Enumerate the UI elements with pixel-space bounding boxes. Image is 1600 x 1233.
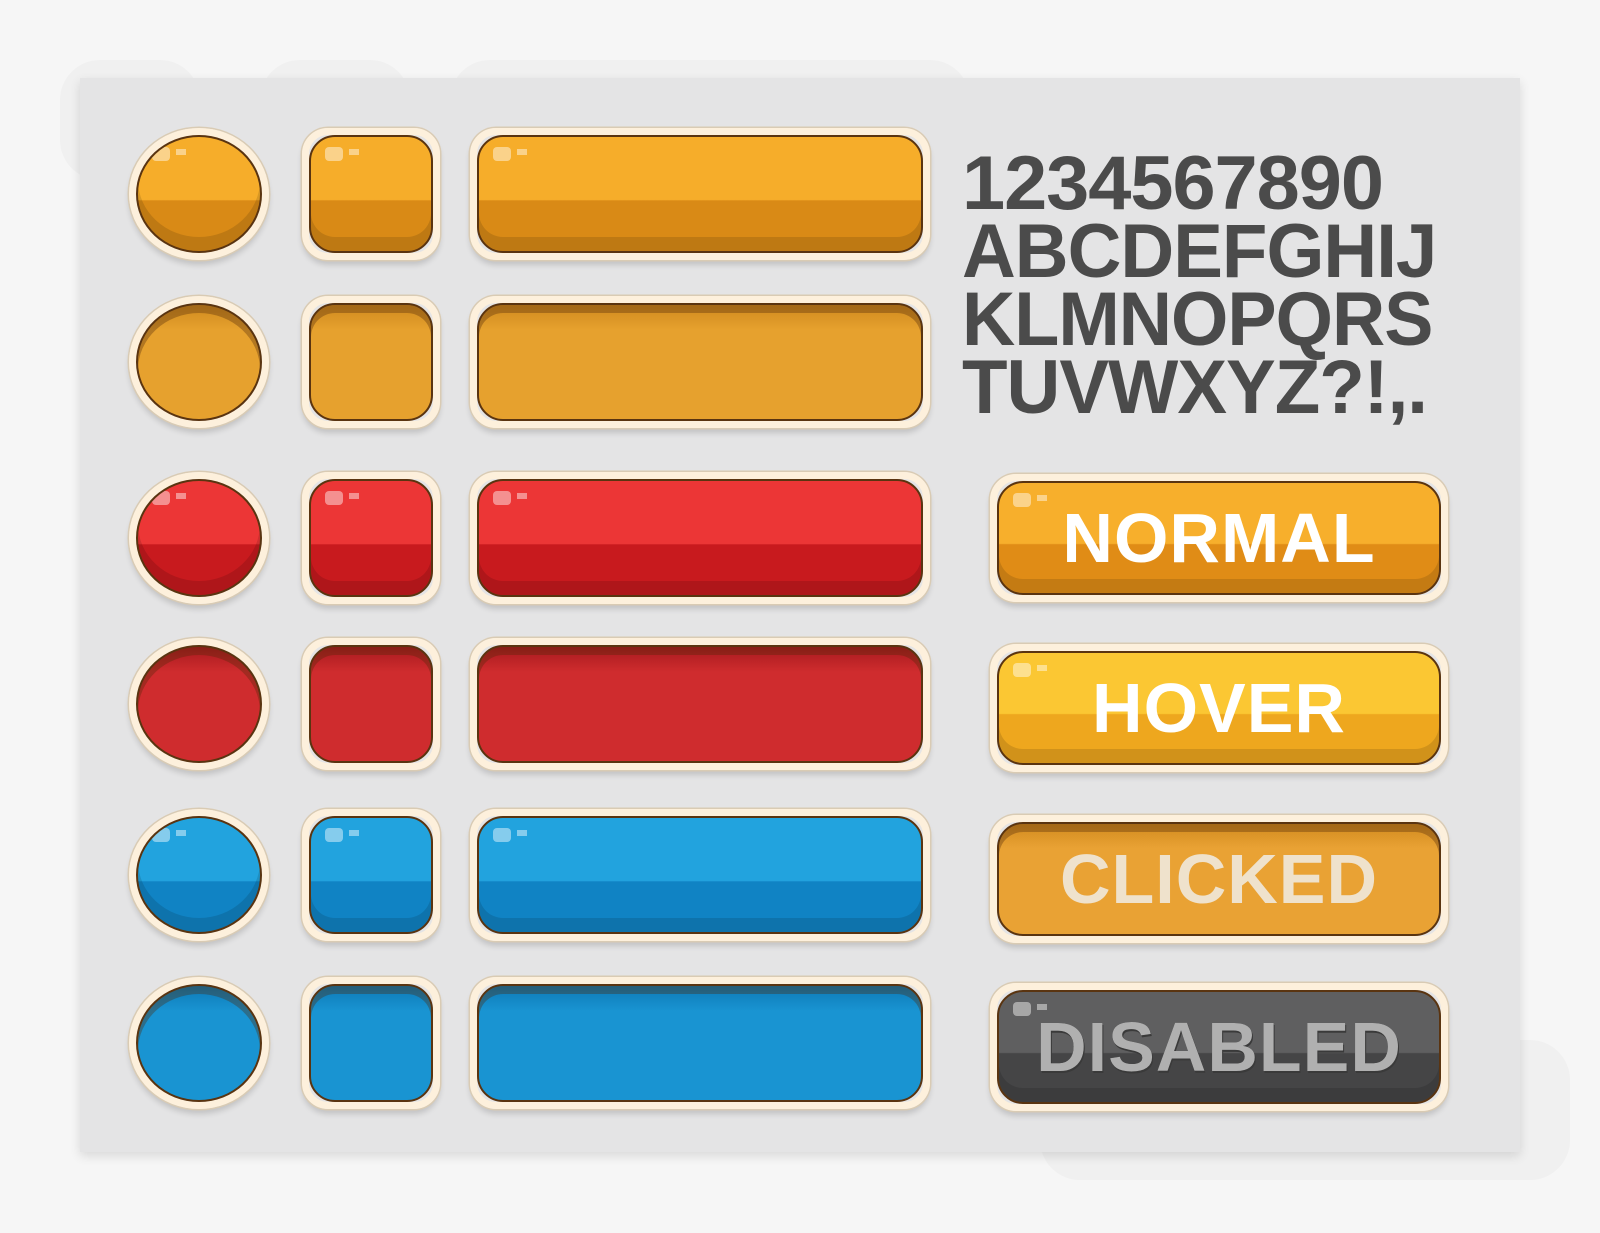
bar-button-red-pressed[interactable] xyxy=(470,638,930,770)
button-face xyxy=(136,135,262,253)
square-button-red-pressed[interactable] xyxy=(302,638,440,770)
button-face: CLICKED xyxy=(997,822,1441,936)
square-button-orange-normal[interactable] xyxy=(302,128,440,260)
button-face xyxy=(136,984,262,1102)
button-face xyxy=(477,135,923,253)
button-face xyxy=(309,984,433,1102)
button-face xyxy=(477,645,923,763)
circle-button-red-normal[interactable] xyxy=(129,472,269,604)
font-specimen: 1234567890 ABCDEFGHIJ KLMNOPQRS TUVWXYZ?… xyxy=(962,146,1447,430)
glyph-line-k-s: KLMNOPQRS xyxy=(962,277,1433,362)
circle-button-orange-pressed[interactable] xyxy=(129,296,269,428)
square-button-blue-pressed[interactable] xyxy=(302,977,440,1109)
button-face xyxy=(136,479,262,597)
glyph-line-digits: 1234567890 xyxy=(962,141,1384,226)
square-button-orange-pressed[interactable] xyxy=(302,296,440,428)
button-face xyxy=(136,816,262,934)
button-face xyxy=(309,645,433,763)
circle-button-red-pressed[interactable] xyxy=(129,638,269,770)
glyph-line-t-z-punct: TUVWXYZ?!,. xyxy=(962,345,1428,430)
bar-button-orange-pressed[interactable] xyxy=(470,296,930,428)
state-button-normal[interactable]: NORMAL xyxy=(990,474,1448,602)
button-face xyxy=(309,135,433,253)
button-face xyxy=(477,984,923,1102)
state-button-hover[interactable]: HOVER xyxy=(990,644,1448,772)
button-face xyxy=(136,645,262,763)
button-face: NORMAL xyxy=(997,481,1441,595)
state-button-label: HOVER xyxy=(1092,669,1346,747)
button-face xyxy=(309,479,433,597)
button-face xyxy=(477,816,923,934)
state-button-label: NORMAL xyxy=(1062,499,1376,577)
circle-button-blue-normal[interactable] xyxy=(129,809,269,941)
circle-button-orange-normal[interactable] xyxy=(129,128,269,260)
bar-button-blue-normal[interactable] xyxy=(470,809,930,941)
button-face xyxy=(309,303,433,421)
square-button-red-normal[interactable] xyxy=(302,472,440,604)
button-face xyxy=(136,303,262,421)
button-face xyxy=(309,816,433,934)
state-button-label: DISABLED xyxy=(1036,1008,1402,1086)
bar-button-blue-pressed[interactable] xyxy=(470,977,930,1109)
state-button-disabled[interactable]: DISABLED xyxy=(990,983,1448,1111)
button-face: DISABLED xyxy=(997,990,1441,1104)
button-face xyxy=(477,303,923,421)
state-button-clicked[interactable]: CLICKED xyxy=(990,815,1448,943)
button-face xyxy=(477,479,923,597)
glyph-line-a-j: ABCDEFGHIJ xyxy=(962,209,1437,294)
square-button-blue-normal[interactable] xyxy=(302,809,440,941)
bar-button-red-normal[interactable] xyxy=(470,472,930,604)
state-button-label: CLICKED xyxy=(1059,840,1379,918)
circle-button-blue-pressed[interactable] xyxy=(129,977,269,1109)
bar-button-orange-normal[interactable] xyxy=(470,128,930,260)
button-face: HOVER xyxy=(997,651,1441,765)
